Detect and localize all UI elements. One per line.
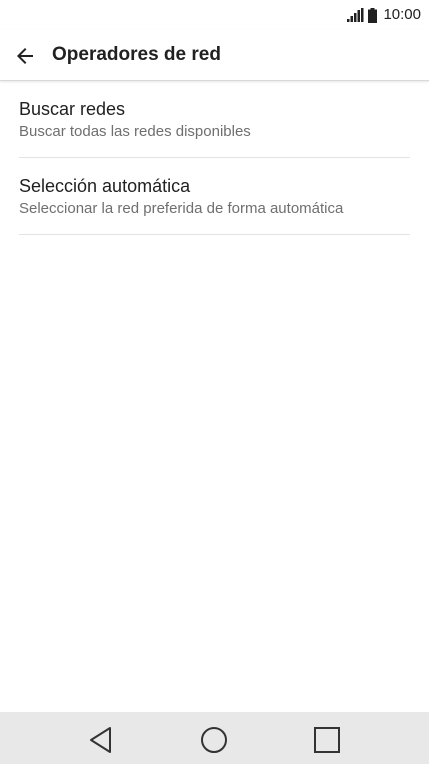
settings-list: Buscar redes Buscar todas las redes disp… [0,81,429,235]
list-item-seleccion-automatica[interactable]: Selección automática Seleccionar la red … [0,158,429,235]
nav-home-icon [200,726,228,754]
list-item-subtitle: Buscar todas las redes disponibles [19,123,251,140]
navigation-bar [0,712,429,764]
app-bar: Operadores de red [0,30,429,81]
nav-recent-apps-icon [313,726,341,754]
arrow-left-icon [13,44,37,68]
list-item-buscar-redes[interactable]: Buscar redes Buscar todas las redes disp… [0,81,429,158]
signal-icon [347,8,364,22]
back-button[interactable] [8,39,42,73]
list-item-title: Buscar redes [19,99,126,119]
list-item-subtitle: Seleccionar la red preferida de forma au… [19,200,344,217]
nav-back-icon [88,726,114,754]
nav-back-button[interactable] [81,720,121,760]
status-bar: 10:00 [0,0,429,30]
nav-recent-apps-button[interactable] [307,720,347,760]
nav-home-button[interactable] [194,720,234,760]
page-title: Operadores de red [52,44,221,65]
status-indicators: 10:00 [347,6,421,24]
divider [19,234,410,235]
list-item-title: Selección automática [19,176,191,196]
status-time: 10:00 [383,6,421,23]
battery-icon [368,7,378,23]
